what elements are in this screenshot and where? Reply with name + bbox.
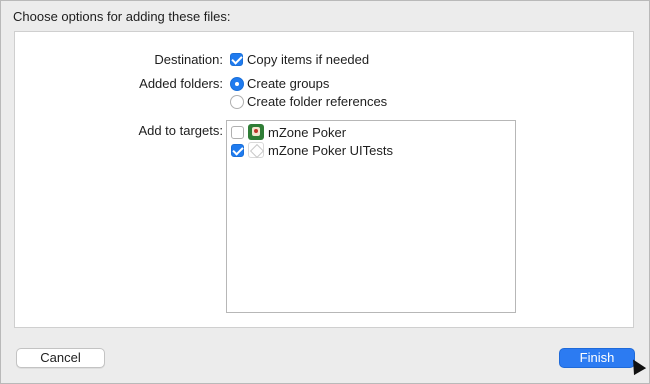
create-folder-references-label[interactable]: Create folder references <box>247 94 387 109</box>
added-folders-label: Added folders: <box>139 76 223 91</box>
create-folder-references-radio[interactable] <box>230 95 244 109</box>
target-checkbox-mzone-poker[interactable] <box>231 126 244 139</box>
added-folders-row: Added folders: Create groups Create fold… <box>15 76 625 112</box>
create-groups-label[interactable]: Create groups <box>247 76 329 91</box>
test-bundle-icon <box>248 142 264 158</box>
target-name: mZone Poker UITests <box>268 143 393 158</box>
add-files-dialog: Choose options for adding these files: D… <box>0 0 650 384</box>
target-checkbox-mzone-poker-uitests[interactable] <box>231 144 244 157</box>
cancel-button[interactable]: Cancel <box>16 348 105 368</box>
targets-list: mZone Poker mZone Poker UITests <box>226 120 516 313</box>
target-row-mzone-poker[interactable]: mZone Poker <box>227 124 515 142</box>
copy-items-checkbox[interactable] <box>230 53 243 66</box>
poker-app-icon <box>248 124 264 140</box>
dialog-heading: Choose options for adding these files: <box>13 9 231 24</box>
target-name: mZone Poker <box>268 125 347 140</box>
destination-row: Destination: Copy items if needed <box>15 52 625 68</box>
copy-items-label[interactable]: Copy items if needed <box>247 52 369 67</box>
target-row-mzone-poker-uitests[interactable]: mZone Poker UITests <box>227 142 515 160</box>
destination-label: Destination: <box>154 52 223 67</box>
options-panel: Destination: Copy items if needed Added … <box>14 31 634 328</box>
finish-button[interactable]: Finish <box>559 348 635 368</box>
add-to-targets-label: Add to targets: <box>138 123 223 138</box>
create-groups-radio[interactable] <box>230 77 244 91</box>
